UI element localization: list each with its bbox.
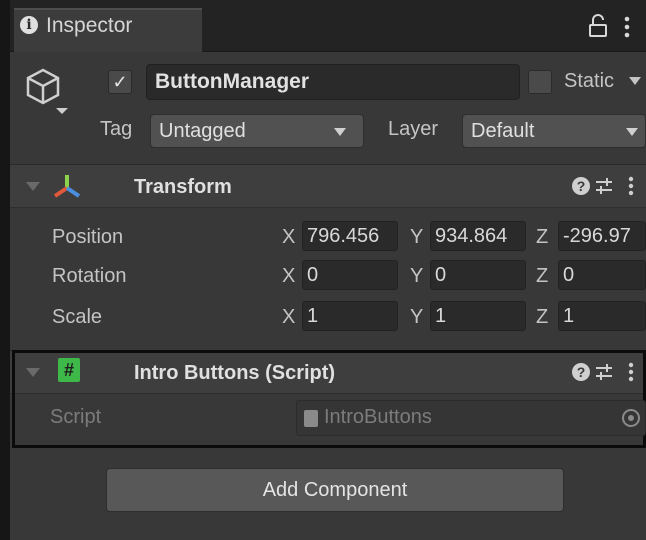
axis-y-label[interactable]: Y <box>410 306 423 329</box>
axis-x-label[interactable]: X <box>282 306 295 329</box>
help-icon[interactable]: ? <box>572 363 590 381</box>
layer-dropdown[interactable]: Default <box>462 114 646 148</box>
tab-label: Inspector <box>46 14 133 37</box>
lock-icon[interactable] <box>588 14 608 38</box>
script-hash-icon: # <box>58 358 80 382</box>
scale-y-field[interactable]: 1 <box>430 301 526 331</box>
object-picker-dot <box>628 415 634 421</box>
rotation-x-field[interactable]: 0 <box>302 260 398 290</box>
axis-z-label[interactable]: Z <box>536 226 548 249</box>
help-icon[interactable]: ? <box>572 177 590 195</box>
axis-x-label[interactable]: X <box>282 226 295 249</box>
position-label: Position <box>52 226 124 248</box>
add-component-button[interactable]: Add Component <box>106 468 564 512</box>
kebab-menu-icon[interactable] <box>628 176 634 196</box>
script-file-icon <box>304 410 318 427</box>
position-z-field[interactable]: -296.97 <box>558 221 646 251</box>
rotation-z-field[interactable]: 0 <box>558 260 646 290</box>
static-checkbox[interactable] <box>528 70 552 94</box>
foldout-arrow-icon[interactable] <box>26 182 40 191</box>
gameobject-cube-icon[interactable] <box>24 62 70 118</box>
transform-icon <box>53 175 81 198</box>
gameobject-name-field[interactable]: ButtonManager <box>146 64 520 100</box>
kebab-menu-icon[interactable] <box>624 16 630 38</box>
axis-x-label[interactable]: X <box>282 265 295 288</box>
static-dropdown-arrow-icon[interactable] <box>629 77 641 85</box>
axis-y-label[interactable]: Y <box>410 265 423 288</box>
transform-header[interactable] <box>10 164 646 208</box>
static-label[interactable]: Static <box>564 70 614 93</box>
presets-icon[interactable] <box>594 177 614 195</box>
scale-z-field[interactable]: 1 <box>558 301 646 331</box>
active-checkbox[interactable]: ✓ <box>108 70 132 94</box>
info-icon: i <box>20 16 38 34</box>
transform-title: Transform <box>134 176 232 198</box>
foldout-arrow-icon[interactable] <box>26 368 40 377</box>
tag-label: Tag <box>100 118 133 140</box>
rotation-label: Rotation <box>52 265 127 287</box>
axis-z-label[interactable]: Z <box>536 265 548 288</box>
tag-dropdown[interactable]: Untagged <box>150 114 364 148</box>
kebab-menu-icon[interactable] <box>628 362 634 382</box>
script-component-title: Intro Buttons (Script) <box>134 362 336 384</box>
axis-y-label[interactable]: Y <box>410 226 423 249</box>
scale-label: Scale <box>52 306 103 328</box>
rotation-y-field[interactable]: 0 <box>430 260 526 290</box>
chevron-down-icon <box>334 128 346 136</box>
axis-z-label[interactable]: Z <box>536 306 548 329</box>
chevron-down-icon <box>626 128 638 136</box>
position-x-field[interactable]: 796.456 <box>302 221 398 251</box>
scale-x-field[interactable]: 1 <box>302 301 398 331</box>
script-field-label: Script <box>50 406 102 428</box>
position-y-field[interactable]: 934.864 <box>430 221 526 251</box>
layer-label: Layer <box>388 118 439 140</box>
script-field-value: IntroButtons <box>324 406 432 428</box>
presets-icon[interactable] <box>594 363 614 381</box>
